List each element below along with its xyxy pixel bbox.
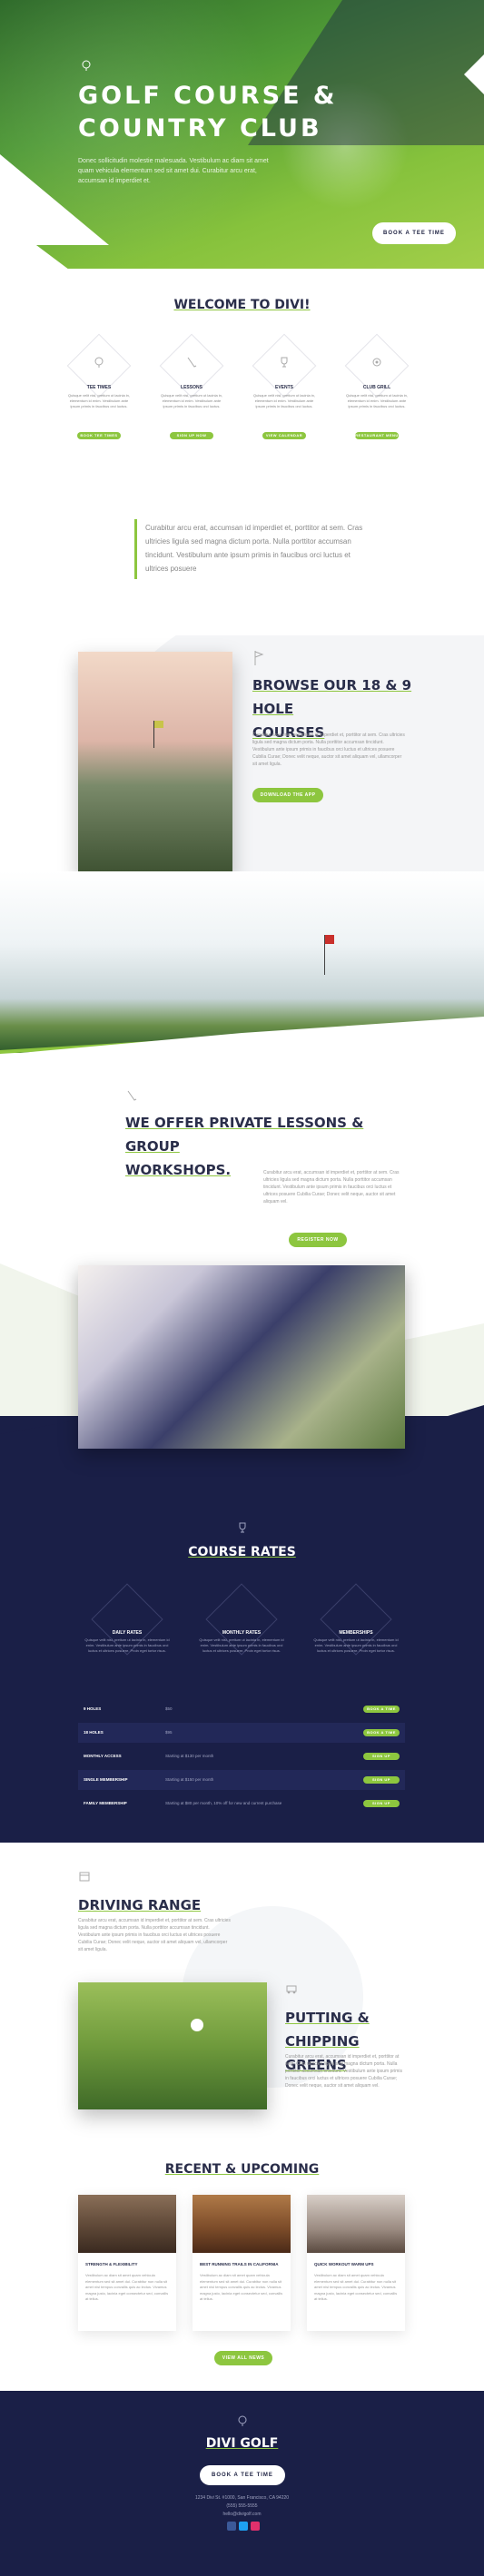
club-icon — [127, 1090, 137, 1101]
rate-row: 9 HOLES $50 BOOK A TIME — [78, 1699, 405, 1719]
card-text: Vestibulum ac diam sit amet quam vehicul… — [200, 2273, 283, 2301]
card-title: QUICK WORKOUT WARM UPS — [314, 2262, 374, 2266]
welcome-title: WELCOME TO DIVI! — [173, 298, 311, 312]
recent-title: RECENT & UPCOMING — [164, 2162, 320, 2177]
card-title: BEST RUNNING TRAILS IN CALIFORNIA — [200, 2262, 279, 2266]
book-tee-time-button[interactable]: BOOK A TEE TIME — [372, 222, 456, 244]
card-image — [193, 2195, 291, 2253]
grill-icon — [372, 358, 381, 367]
blog-card[interactable]: BEST RUNNING TRAILS IN CALIFORNIA Vestib… — [193, 2195, 291, 2331]
rate-title: MEMBERSHIPS — [339, 1630, 373, 1636]
putting-text: Curabitur arcu erat, accumsan id imperdi… — [285, 2054, 402, 2089]
footer-info: 1234 Divi St. #1000, San Francisco, CA 9… — [0, 2494, 484, 2519]
twitter-icon[interactable] — [239, 2522, 248, 2531]
flag — [154, 721, 163, 728]
rate-name: FAMILY MEMBERSHIP — [84, 1801, 127, 1805]
range-icon — [79, 1872, 90, 1882]
card-image — [307, 2195, 405, 2253]
rate-name: 18 HOLES — [84, 1730, 104, 1735]
footer-book-button[interactable]: BOOK A TEE TIME — [200, 2465, 285, 2485]
rate-title: DAILY RATES — [112, 1630, 143, 1636]
golf-ball — [191, 2019, 203, 2031]
feature-title: TEE TIMES — [86, 385, 112, 390]
rate-title: MONTHLY RATES — [222, 1630, 262, 1636]
flag-icon — [254, 651, 264, 665]
hero-title: GOLF COURSE & COUNTRY CLUB — [78, 82, 338, 143]
pin-icon — [94, 357, 104, 368]
browse-text: Curabitur arcu erat, accumsan id imperdi… — [252, 732, 405, 767]
lesson-photo — [78, 1265, 405, 1449]
rate-row: FAMILY MEMBERSHIP Starting at $80 per mo… — [78, 1794, 405, 1814]
blog-card[interactable]: STRENGTH & FLEXIBILITY Vestibulum ac dia… — [78, 2195, 176, 2331]
course-photo — [78, 652, 232, 875]
feature-title: LESSONS — [181, 385, 202, 390]
driving-title: DRIVING RANGE — [78, 1897, 202, 1913]
rate-price: $95 — [165, 1730, 173, 1735]
view-all-news-button[interactable]: VIEW ALL NEWS — [214, 2351, 272, 2365]
rate-price: Starting at $150 per month — [165, 1777, 214, 1782]
card-image — [78, 2195, 176, 2253]
blog-card[interactable]: QUICK WORKOUT WARM UPS Vestibulum ac dia… — [307, 2195, 405, 2331]
rate-button[interactable]: SIGN UP — [363, 1753, 400, 1760]
card-title: STRENGTH & FLEXIBILITY — [85, 2262, 138, 2266]
flag — [325, 935, 334, 944]
footer-address: 1234 Divi St. #1000, San Francisco, CA 9… — [194, 2495, 290, 2501]
rate-text: Quisque velit nisi, pretium ut lacinia i… — [313, 1637, 399, 1653]
feature-text: Quisque velit nisi, pretium ut lacinia i… — [345, 393, 409, 408]
feature-button[interactable]: RESTAURANT MENU — [355, 432, 399, 439]
download-app-button[interactable]: DOWNLOAD THE APP — [252, 788, 323, 802]
feature-text: Quisque velit nisi, pretium ut lacinia i… — [67, 393, 131, 408]
card-text: Vestibulum ac diam sit amet quam vehicul… — [314, 2273, 398, 2301]
pin-icon — [82, 60, 91, 71]
feature-button[interactable]: BOOK TEE TIMES — [77, 432, 121, 439]
rate-button[interactable]: BOOK A TIME — [363, 1729, 400, 1736]
footer-email: hello@divigolf.com — [222, 2512, 262, 2517]
rates-title: COURSE RATES — [188, 1545, 296, 1559]
rate-row: SINGLE MEMBERSHIP Starting at $150 per m… — [78, 1770, 405, 1790]
rate-row: MONTHLY ACCESS Starting at $130 per mont… — [78, 1746, 405, 1766]
rate-row: 18 HOLES $95 BOOK A TIME — [78, 1723, 405, 1743]
rate-text: Quisque velit nisi, pretium ut lacinia i… — [84, 1637, 170, 1653]
feature-button[interactable]: VIEW CALENDAR — [262, 432, 306, 439]
cart-icon — [286, 1985, 297, 1994]
footer-title: DIVI GOLF — [205, 2436, 279, 2451]
rate-button[interactable]: BOOK A TIME — [363, 1706, 400, 1713]
club-icon — [187, 357, 197, 368]
hero-section: GOLF COURSE & COUNTRY CLUB Donec sollicit… — [0, 0, 484, 272]
facebook-icon[interactable] — [227, 2522, 236, 2531]
feature-title: CLUB GRILL — [362, 385, 391, 390]
pin-icon — [238, 2415, 247, 2426]
rate-button[interactable]: SIGN UP — [363, 1800, 400, 1807]
rate-name: SINGLE MEMBERSHIP — [84, 1777, 128, 1782]
rate-price: Starting at $130 per month — [165, 1754, 214, 1758]
rate-name: MONTHLY ACCESS — [84, 1754, 122, 1758]
quote-text: Curabitur arcu erat, accumsan id imperdi… — [145, 524, 363, 573]
golf-ball-photo — [78, 1982, 267, 2109]
feature-text: Quisque velit nisi, pretium ut lacinia i… — [252, 393, 316, 408]
card-text: Vestibulum ac diam sit amet quam vehicul… — [85, 2273, 169, 2301]
footer-phone: (555) 555-5555 — [226, 2503, 258, 2509]
driving-text: Curabitur arcu erat, accumsan id imperdi… — [78, 1918, 231, 1952]
rate-button[interactable]: SIGN UP — [363, 1776, 400, 1784]
rate-text: Quisque velit nisi, pretium ut lacinia i… — [199, 1637, 284, 1653]
rate-price: Starting at $80 per month, 10% off for n… — [165, 1801, 282, 1805]
register-button[interactable]: REGISTER NOW — [289, 1233, 347, 1247]
hero-text: Donec sollicitudin molestie malesuada. V… — [78, 158, 269, 184]
trophy-icon — [281, 357, 288, 368]
trophy-icon — [239, 1522, 246, 1533]
instagram-icon[interactable] — [251, 2522, 260, 2531]
rate-name: 9 HOLES — [84, 1706, 102, 1711]
feature-text: Quisque velit nisi, pretium ut lacinia i… — [160, 393, 223, 408]
quote-bar — [134, 519, 137, 579]
rate-price: $50 — [165, 1706, 173, 1711]
lessons-text: Curabitur arcu erat, accumsan id imperdi… — [263, 1170, 400, 1204]
feature-title: EVENTS — [274, 385, 293, 390]
feature-button[interactable]: SIGN UP NOW — [170, 432, 213, 439]
